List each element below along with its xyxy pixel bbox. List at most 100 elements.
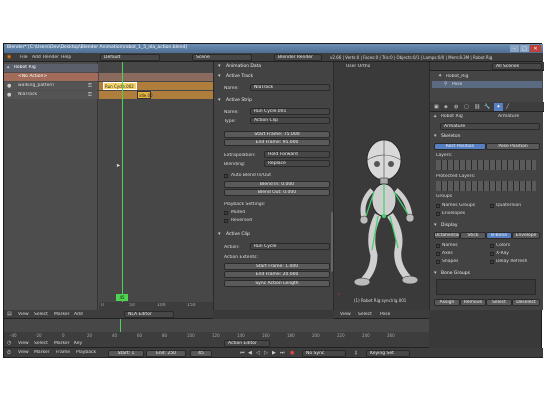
scene-tab-icon[interactable]: ◈ bbox=[444, 104, 448, 110]
nla-menu-marker[interactable]: Marker bbox=[54, 312, 70, 317]
object-tab-icon[interactable]: ▢ bbox=[464, 104, 469, 110]
3d-viewport[interactable]: User Ortho (1) Robot Rig:sync/rig.001 ⌞ bbox=[334, 62, 429, 310]
timeline-menu-frame[interactable]: Frame bbox=[56, 350, 70, 355]
play-reverse-icon[interactable]: ◁ bbox=[256, 350, 260, 356]
display-header[interactable]: Display bbox=[441, 223, 458, 228]
strip-start-frame-field[interactable]: Start Frame: 75.000 bbox=[224, 131, 330, 138]
xray-checkbox[interactable] bbox=[490, 252, 494, 256]
nla-menu-select[interactable]: Select bbox=[34, 312, 48, 317]
next-key-icon[interactable]: ▶ bbox=[272, 350, 276, 356]
play-icon[interactable]: ▷ bbox=[264, 350, 268, 356]
shapes-checkbox[interactable] bbox=[436, 260, 440, 264]
protected-layers-grid[interactable] bbox=[436, 181, 536, 191]
panel-scrollbar[interactable] bbox=[331, 212, 333, 272]
collapse-arrow-icon[interactable]: ▾ bbox=[434, 133, 437, 139]
nla-mode-field[interactable]: NLA Editor bbox=[124, 311, 174, 318]
track-mute-icon[interactable]: ● bbox=[7, 92, 11, 98]
dopesheet-menu-view[interactable]: View bbox=[18, 341, 29, 346]
world-tab-icon[interactable]: ◍ bbox=[454, 104, 458, 110]
window-close-button[interactable]: ✕ bbox=[530, 45, 541, 52]
nla-track-robot-rig[interactable]: ✦ Robot Rig bbox=[4, 64, 98, 72]
editor-type-icon[interactable]: ◷ bbox=[7, 340, 11, 346]
nla-track-nlatrack[interactable]: ● NlaTrack ⚿ bbox=[4, 91, 98, 99]
track-lock-icon[interactable]: ⚿ bbox=[88, 83, 92, 89]
nla-track-walking-pattern[interactable]: ● walking_pattern ⚿ bbox=[4, 82, 98, 90]
outliner-search-field[interactable]: All Scenes bbox=[492, 63, 542, 70]
collapse-arrow-icon[interactable]: ▾ bbox=[218, 97, 221, 103]
envelopes-checkbox[interactable] bbox=[436, 212, 440, 216]
current-frame-field[interactable]: 45 bbox=[190, 350, 212, 357]
remove-button[interactable]: Remove bbox=[460, 299, 486, 306]
nla-strip-run-cycle[interactable]: Run Cycle.002 bbox=[103, 82, 137, 90]
nla-track-no-action[interactable]: <No Action> bbox=[4, 73, 98, 81]
menu-add[interactable]: Add bbox=[32, 55, 41, 60]
pose-position-button[interactable]: Pose Position bbox=[486, 143, 540, 150]
blend-out-field[interactable]: Blend Out: 0.000 bbox=[224, 189, 330, 196]
select-button[interactable]: Select bbox=[486, 299, 512, 306]
timeline-menu-playback[interactable]: Playback bbox=[76, 350, 96, 355]
blender-logo-icon[interactable]: ◉ bbox=[7, 54, 11, 60]
dopesheet-mode-field[interactable]: Action Editor bbox=[224, 340, 270, 347]
collapse-arrow-icon[interactable]: ▾ bbox=[218, 231, 221, 237]
deselect-button[interactable]: Deselect bbox=[512, 299, 540, 306]
modifiers-tab-icon[interactable]: 🔧 bbox=[484, 104, 490, 110]
muted-checkbox[interactable] bbox=[224, 211, 228, 215]
editor-type-icon[interactable]: ▤ bbox=[7, 311, 12, 317]
names-groups-checkbox[interactable] bbox=[436, 204, 440, 208]
timeline-menu-marker[interactable]: Marker bbox=[34, 350, 50, 355]
layers-grid[interactable] bbox=[436, 160, 536, 170]
strip-name-field[interactable]: Run Cycle.001 bbox=[250, 108, 330, 115]
editor-type-icon[interactable]: ⏱ bbox=[7, 350, 11, 356]
nla-strip-idle[interactable]: idle.00 bbox=[137, 91, 153, 99]
names-checkbox[interactable] bbox=[436, 244, 440, 248]
track-lock-icon[interactable]: ⚿ bbox=[88, 92, 92, 98]
collapse-arrow-icon[interactable]: ▾ bbox=[218, 63, 221, 69]
armature-name-field[interactable]: Armature bbox=[440, 123, 540, 130]
scene-selector[interactable]: Scene bbox=[192, 54, 252, 61]
skeleton-header[interactable]: Skeleton bbox=[441, 134, 460, 139]
display-stick-button[interactable]: Stick bbox=[460, 232, 486, 239]
start-frame-field[interactable]: Start: 1 bbox=[108, 350, 144, 357]
bone-groups-list[interactable] bbox=[436, 279, 536, 295]
constraints-tab-icon[interactable]: ⛓ bbox=[474, 104, 480, 110]
window-minimize-button[interactable]: – bbox=[510, 45, 519, 52]
robot-model[interactable] bbox=[344, 120, 424, 290]
active-track-name-field[interactable]: NlaTrack bbox=[250, 84, 330, 91]
menu-file[interactable]: File bbox=[20, 55, 28, 60]
layout-selector[interactable]: Default bbox=[100, 54, 160, 61]
sync-mode-dropdown[interactable]: No Sync bbox=[302, 350, 346, 357]
outliner-item-robot-rig[interactable]: ✦ Robot_Rig bbox=[432, 73, 542, 80]
display-octahedral-button[interactable]: Octahedral bbox=[434, 232, 460, 239]
collapse-arrow-icon[interactable]: ▾ bbox=[434, 270, 437, 276]
keying-set-field[interactable]: Keying Set bbox=[366, 350, 410, 357]
quaternion-checkbox[interactable] bbox=[490, 204, 494, 208]
nla-strip-area[interactable]: Run Cycle.002 idle.00 45 ➤ 0 50 100 150 bbox=[99, 62, 213, 310]
nla-menu-add[interactable]: Add bbox=[74, 312, 83, 317]
active-track-header[interactable]: Active Track bbox=[226, 74, 253, 79]
sync-action-length-button[interactable]: Sync Action Length bbox=[224, 280, 330, 287]
bone-groups-header[interactable]: Bone Groups bbox=[441, 271, 470, 276]
render-engine-selector[interactable]: Blender Render bbox=[274, 54, 322, 61]
nla-frame-marker[interactable]: 45 bbox=[116, 294, 128, 301]
viewport-menu-view[interactable]: View bbox=[340, 312, 351, 317]
jump-end-icon[interactable]: ⏭ bbox=[280, 350, 285, 356]
jump-start-icon[interactable]: ⏮ bbox=[240, 350, 245, 356]
display-envelope-button[interactable]: Envelope bbox=[512, 232, 540, 239]
dopesheet-menu-marker[interactable]: Marker bbox=[54, 341, 70, 346]
extrapolation-dropdown[interactable]: Hold Forward bbox=[264, 151, 330, 158]
display-bbone-button[interactable]: B-Bone bbox=[486, 232, 512, 239]
strip-end-frame-field[interactable]: End Frame: 95.000 bbox=[224, 139, 330, 146]
assign-button[interactable]: Assign bbox=[434, 299, 460, 306]
rest-position-button[interactable]: Rest Position bbox=[434, 143, 486, 150]
active-clip-header[interactable]: Active Clip bbox=[226, 232, 250, 237]
prev-key-icon[interactable]: ◀ bbox=[248, 350, 252, 356]
blending-dropdown[interactable]: Replace bbox=[264, 160, 330, 167]
window-maximize-button[interactable]: □ bbox=[520, 45, 529, 52]
auto-blend-checkbox[interactable] bbox=[224, 174, 228, 178]
reversed-checkbox[interactable] bbox=[224, 219, 228, 223]
timeline-area[interactable]: -40 -20 0 20 40 60 80 100 120 140 160 18… bbox=[4, 319, 429, 339]
menu-render[interactable]: Render bbox=[43, 55, 59, 60]
menu-help[interactable]: Help bbox=[61, 55, 71, 60]
bone-tab-icon[interactable]: ╱ bbox=[506, 104, 509, 110]
keying-set-icon[interactable]: ⚷ bbox=[354, 350, 358, 356]
